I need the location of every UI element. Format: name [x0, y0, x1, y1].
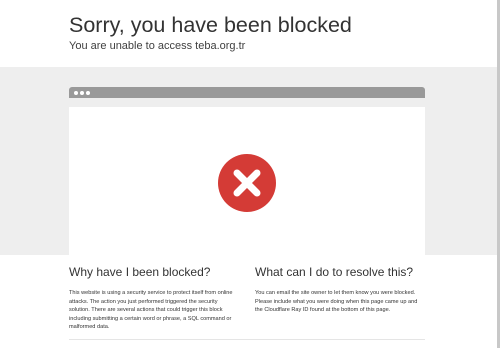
resolve-section: What can I do to resolve this? You can e… [255, 265, 423, 315]
why-blocked-text: This website is using a security service… [69, 290, 233, 331]
page-title: Sorry, you have been blocked [69, 13, 352, 37]
browser-illustration-bar [69, 87, 425, 98]
resolve-heading: What can I do to resolve this? [255, 265, 414, 279]
x-circle-icon [218, 154, 276, 212]
page-subtitle: You are unable to access teba.org.tr [69, 40, 246, 52]
footer-divider [69, 339, 425, 340]
browser-dot-icon [80, 91, 84, 95]
page-header: Sorry, you have been blocked You are una… [69, 12, 352, 53]
browser-dot-icon [74, 91, 78, 95]
resolve-text: You can email the site owner to let them… [255, 290, 418, 314]
blocked-page: Sorry, you have been blocked You are una… [0, 0, 497, 348]
browser-dot-icon [86, 91, 90, 95]
why-blocked-section: Why have I been blocked? This website is… [69, 265, 239, 332]
why-blocked-heading: Why have I been blocked? [69, 265, 211, 279]
